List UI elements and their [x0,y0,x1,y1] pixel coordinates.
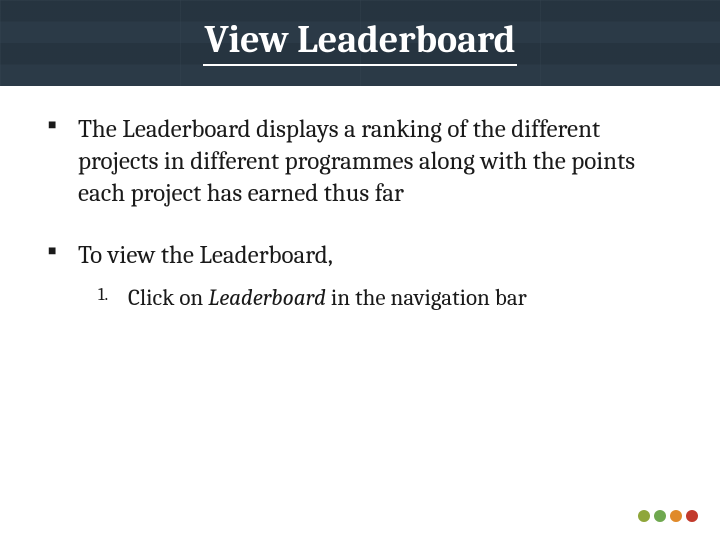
step-list: 1. Click on Leaderboard in the navigatio… [78,282,676,313]
bullet-list: The Leaderboard displays a ranking of th… [44,114,676,313]
step-number: 1. [98,283,108,307]
dot-icon [638,510,650,522]
bullet-item: The Leaderboard displays a ranking of th… [44,114,676,210]
dot-icon [686,510,698,522]
decorative-dots [638,510,698,522]
slide-title: View Leaderboard [203,20,518,66]
dot-icon [654,510,666,522]
title-band: View Leaderboard [0,0,720,86]
dot-icon [670,510,682,522]
step-text-prefix: Click on [128,284,208,311]
bullet-text: To view the Leaderboard, [78,241,333,270]
slide-body: The Leaderboard displays a ranking of th… [0,86,720,313]
step-item: 1. Click on Leaderboard in the navigatio… [98,282,676,313]
step-text-suffix: in the navigation bar [326,284,527,311]
bullet-text: The Leaderboard displays a ranking of th… [78,115,635,208]
step-text-italic: Leaderboard [208,284,326,311]
bullet-item: To view the Leaderboard, 1. Click on Lea… [44,240,676,313]
